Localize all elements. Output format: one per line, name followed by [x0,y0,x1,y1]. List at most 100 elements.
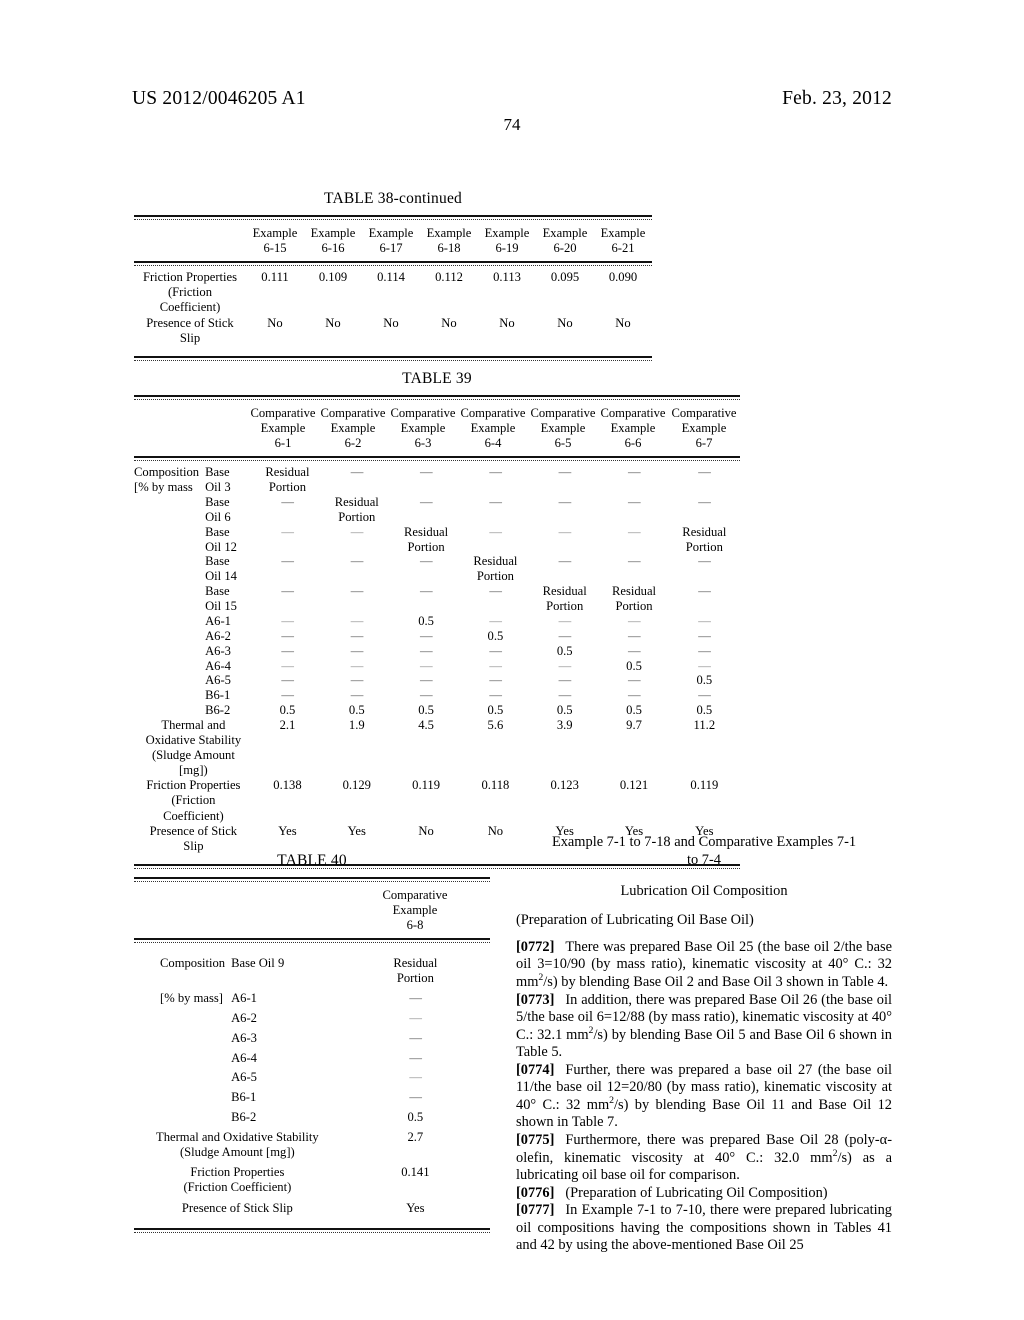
cell-value: — [599,629,668,644]
col-label-line1: Comparative [250,406,316,420]
component-name-line1: A6-5 [205,673,231,688]
composition-group-label: Composition [160,956,226,971]
cell-value: — [322,673,391,688]
col-label-line2: Example [470,421,516,436]
cell-value: — [253,673,322,688]
table-row: A6-5 — [134,1065,490,1085]
cell-value: 0.095 [550,270,580,285]
table-39-col-header: Comparative Example 6-5 [528,400,598,456]
component-name-line1: A6-1 [205,613,231,628]
patent-paragraph: [0777] In Example 7-1 to 7-10, there were… [516,1202,892,1255]
patent-paragraph: [0773] In addition, there was prepared Ba… [516,992,892,1062]
cell-value: — [253,644,322,659]
em-dash: — [420,658,433,673]
cell-value: — [322,659,391,674]
row-label: Presence of Stick Slip [134,824,253,854]
cell-value: — [669,465,740,495]
component-name-line2: Oil 3 [205,480,231,495]
col-label-line1: Example [252,226,298,240]
table-row: A6-2 — — — 0.5 — — — [134,629,740,644]
cell-value: 0.5 [348,703,365,718]
cell-value-line1: Residual [393,956,438,971]
table-row: Friction Properties (Friction Coefficien… [134,270,652,315]
table-row: Base Oil 15— — — — Residual Portion Residual Por… [134,584,740,614]
component-name-line1: B6-1 [205,688,231,703]
cell-value: — [599,644,668,659]
publication-date: Feb. 23, 2012 [782,88,892,109]
component-name: A6-3 [205,644,253,659]
composition-group-label [134,673,205,688]
em-dash: — [627,613,641,628]
em-dash: — [409,1030,422,1045]
table-40-col-header: Comparative Example 6-8 [340,882,490,938]
cell-value: 2.1 [279,717,296,732]
row-label: Thermal and Oxidative Stability (Sludge Am… [134,718,253,778]
em-dash: — [627,495,641,510]
em-dash: — [558,613,572,628]
cell-value: — [322,554,391,584]
row-label-line3: Coefficient) [159,300,221,315]
col-label-line2: Example [540,421,586,436]
em-dash: — [350,613,364,628]
cell-value: — [530,525,599,555]
em-dash: — [409,1070,422,1085]
composition-group-label [134,703,205,718]
table-row: Presence of Stick Slip No No No No No No… [134,316,652,346]
em-dash: — [627,688,641,703]
table-39-col-header: Comparative Example 6-6 [598,400,668,456]
cell-value: — [391,495,460,525]
em-dash: — [350,465,364,480]
cell-value: 0.5 [696,703,713,718]
paragraph-number: [0775] [516,1132,555,1149]
em-dash: — [409,991,422,1006]
em-dash: — [627,643,641,658]
component-name: Base Oil 9 [231,956,285,971]
cell-value: 5.6 [487,717,504,732]
table-row: A6-4 — — — — — 0.5 — [134,659,740,674]
row-label-line2: (Friction [167,285,213,300]
table-38-caption: TABLE 38-continued [324,190,462,207]
table-row: A6-4 — [134,1046,490,1066]
component-name-line1: Base [205,495,230,510]
table-40-body: Composition Base Oil 9 Residual Portion [% b… [134,943,490,1227]
em-dash: — [350,688,364,703]
table-38-col-header: Example 6-19 [478,220,536,261]
em-dash: — [350,584,364,599]
col-label-line1: Comparative [460,406,526,420]
component-name: A6-4 [205,659,253,674]
table-40-bottom-rule [134,1227,490,1233]
row-label: Friction Properties (Friction Coefficien… [134,270,246,315]
cell-value: — [669,554,740,584]
table-row: Base Oil 14 — — — Residual Portion — — — [134,554,740,584]
cell-value: 0.129 [342,778,371,793]
em-dash: — [698,688,711,703]
cell-value-line2: Portion [546,599,584,614]
col-label-line1: Example [310,226,356,240]
row-label-line1: Friction Properties [146,778,241,793]
cell-value: — [669,629,740,644]
composition-group-label [134,688,205,703]
em-dash: — [281,554,294,569]
col-label-line2: 6-17 [379,241,403,256]
col-label-line2: Example [681,421,727,436]
cell-value: — [530,688,599,703]
page-running-head: US 2012/0046205 A1 Feb. 23, 2012 [132,88,892,114]
em-dash: — [698,613,711,628]
row-label-line3: Coefficient) [163,808,224,823]
table-40: TABLE 40 Comparative Example 6-8 Composi… [134,852,490,1233]
cell-value: — [461,525,530,555]
cell-value: 0.112 [435,270,463,285]
cell-value: — [253,629,322,644]
composition-group-label [134,495,205,525]
cell-value: 0.113 [493,270,521,285]
em-dash: — [281,658,294,673]
table-38-col-header: Example 6-16 [304,220,362,261]
col-label-line3: 6-7 [695,436,713,451]
em-dash: — [409,1050,422,1065]
cell-value-line1: Residual [611,584,657,599]
row-label: Friction Properties (Friction Coefficient) [134,778,253,823]
cell-value: 0.119 [412,778,441,793]
table-row: B6-2 0.5 0.5 0.5 0.5 0.5 0.5 0.5 [134,703,740,718]
table-39-header: Comparative Example 6-1 Comparative Exam… [134,400,740,456]
table-39-col-header: Comparative Example 6-2 [318,400,388,456]
